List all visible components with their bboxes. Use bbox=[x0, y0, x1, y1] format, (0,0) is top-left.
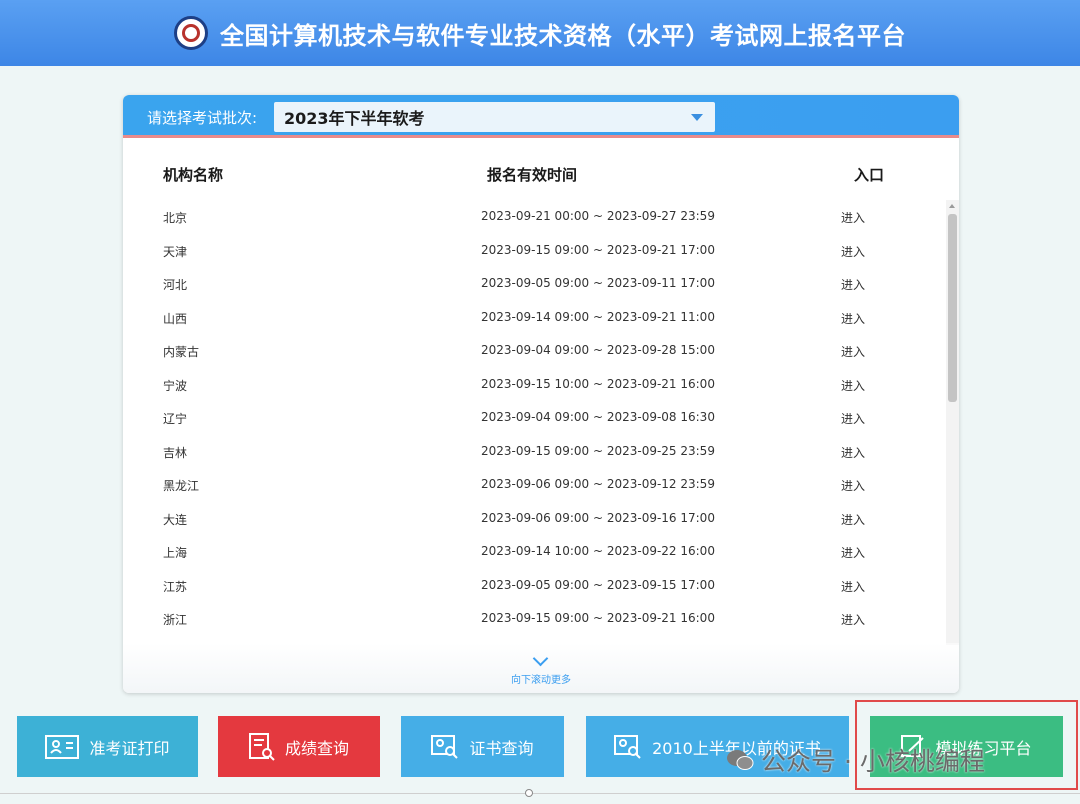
org-name: 江苏 bbox=[163, 579, 188, 594]
batch-label: 请选择考试批次: bbox=[147, 109, 258, 127]
registration-time: 2023-09-04 09:00 ~ 2023-09-08 16:30 bbox=[481, 410, 715, 424]
registration-time: 2023-09-15 09:00 ~ 2023-09-21 16:00 bbox=[481, 611, 715, 625]
resize-handle[interactable] bbox=[525, 789, 533, 797]
certificate-query-label: 证书查询 bbox=[469, 738, 534, 758]
registration-time: 2023-09-14 09:00 ~ 2023-09-21 11:00 bbox=[481, 309, 715, 324]
registration-panel: 请选择考试批次: 2023年下半年软考 机构名称 报名有效时间 入口 北京 202… bbox=[123, 95, 959, 693]
certificate-search-icon bbox=[431, 734, 459, 759]
watermark: 公众号 · 小核桃编程 bbox=[725, 742, 985, 778]
org-name: 黑龙江 bbox=[163, 479, 200, 493]
org-name: 河北 bbox=[163, 278, 188, 292]
table-row: 江苏 2023-09-05 09:00 ~ 2023-09-15 17:00 进入 bbox=[123, 569, 943, 603]
certificate-query-button[interactable]: 证书查询 bbox=[401, 716, 564, 777]
window-bottom-edge bbox=[0, 793, 1080, 794]
registration-time: 2023-09-05 09:00 ~ 2023-09-15 17:00 bbox=[481, 577, 715, 592]
table-row: 内蒙古 2023-09-04 09:00 ~ 2023-09-28 15:00 进入 bbox=[123, 334, 943, 368]
registration-time: 2023-09-05 09:00 ~ 2023-09-11 17:00 bbox=[481, 276, 715, 290]
table-row: 辽宁 2023-09-04 09:00 ~ 2023-09-08 16:30 进入 bbox=[123, 401, 943, 435]
registration-time: 2023-09-04 09:00 ~ 2023-09-28 15:00 bbox=[481, 343, 715, 357]
org-name: 辽宁 bbox=[163, 412, 188, 426]
enter-link[interactable]: 进入 bbox=[841, 578, 865, 595]
site-title: 全国计算机技术与软件专业技术资格（水平）考试网上报名平台 bbox=[220, 21, 906, 50]
registration-time: 2023-09-21 00:00 ~ 2023-09-27 23:59 bbox=[481, 209, 715, 223]
table-row: 上海 2023-09-14 10:00 ~ 2023-09-22 16:00 进入 bbox=[123, 535, 943, 569]
table-row: 大连 2023-09-06 09:00 ~ 2023-09-16 17:00 进入 bbox=[123, 502, 943, 536]
org-name: 北京 bbox=[163, 211, 188, 225]
table-row: 吉林 2023-09-15 09:00 ~ 2023-09-25 23:59 进入 bbox=[123, 435, 943, 469]
enter-link[interactable]: 进入 bbox=[841, 310, 865, 327]
document-search-icon bbox=[248, 732, 275, 761]
org-name: 宁波 bbox=[163, 378, 188, 393]
enter-link[interactable]: 进入 bbox=[841, 611, 865, 628]
registration-time: 2023-09-06 09:00 ~ 2023-09-12 23:59 bbox=[481, 477, 715, 491]
table-scrollbar[interactable] bbox=[946, 200, 959, 645]
enter-link[interactable]: 进入 bbox=[841, 209, 865, 226]
score-query-label: 成绩查询 bbox=[284, 738, 349, 758]
chevron-down-icon bbox=[532, 650, 549, 667]
org-name: 上海 bbox=[163, 546, 188, 560]
registration-time: 2023-09-14 10:00 ~ 2023-09-22 16:00 bbox=[481, 544, 715, 558]
exam-logo-icon bbox=[174, 16, 208, 50]
scroll-more-text: 向下滚动更多 bbox=[511, 675, 571, 686]
site-header: 全国计算机技术与软件专业技术资格（水平）考试网上报名平台 bbox=[0, 0, 1080, 66]
enter-link[interactable]: 进入 bbox=[841, 477, 865, 494]
registration-time: 2023-09-06 09:00 ~ 2023-09-16 17:00 bbox=[481, 510, 715, 525]
enter-link[interactable]: 进入 bbox=[841, 544, 865, 561]
table-row: 浙江 2023-09-15 09:00 ~ 2023-09-21 16:00 进入 bbox=[123, 602, 943, 636]
table-row: 天津 2023-09-15 09:00 ~ 2023-09-21 17:00 进入 bbox=[123, 234, 943, 268]
wechat-icon bbox=[727, 750, 754, 770]
batch-select[interactable]: 2023年下半年软考 bbox=[274, 102, 715, 132]
enter-link[interactable]: 进入 bbox=[841, 276, 865, 293]
scroll-more-hint[interactable]: 向下滚动更多 bbox=[123, 643, 959, 693]
org-name: 大连 bbox=[163, 512, 188, 527]
certificate-search-icon bbox=[614, 734, 641, 759]
admission-ticket-label: 准考证打印 bbox=[89, 738, 170, 758]
table-row: 宁波 2023-09-15 10:00 ~ 2023-09-21 16:00 进入 bbox=[123, 368, 943, 402]
column-header-org: 机构名称 bbox=[163, 166, 224, 184]
enter-link[interactable]: 进入 bbox=[841, 343, 865, 360]
enter-link[interactable]: 进入 bbox=[841, 444, 865, 461]
batch-selector-bar: 请选择考试批次: 2023年下半年软考 bbox=[123, 95, 959, 138]
org-name: 内蒙古 bbox=[163, 345, 200, 359]
watermark-text: 公众号 · 小核桃编程 bbox=[761, 747, 985, 776]
registration-time: 2023-09-15 09:00 ~ 2023-09-21 17:00 bbox=[481, 242, 715, 257]
scroll-up-icon[interactable] bbox=[949, 204, 955, 208]
table-row: 北京 2023-09-21 00:00 ~ 2023-09-27 23:59 进入 bbox=[123, 200, 943, 234]
scroll-thumb[interactable] bbox=[948, 214, 957, 402]
chevron-down-icon bbox=[691, 114, 703, 121]
enter-link[interactable]: 进入 bbox=[841, 243, 865, 260]
enter-link[interactable]: 进入 bbox=[841, 511, 865, 528]
table-row: 山西 2023-09-14 09:00 ~ 2023-09-21 11:00 进入 bbox=[123, 301, 943, 335]
org-name: 浙江 bbox=[163, 613, 188, 627]
org-table-body: 北京 2023-09-21 00:00 ~ 2023-09-27 23:59 进入天… bbox=[123, 200, 943, 645]
registration-time: 2023-09-15 10:00 ~ 2023-09-21 16:00 bbox=[481, 376, 715, 391]
org-name: 天津 bbox=[163, 244, 188, 259]
enter-link[interactable]: 进入 bbox=[841, 410, 865, 427]
org-name: 吉林 bbox=[163, 445, 188, 460]
column-header-entry: 入口 bbox=[854, 166, 885, 184]
org-name: 山西 bbox=[163, 311, 188, 326]
table-row: 黑龙江 2023-09-06 09:00 ~ 2023-09-12 23:59 进入 bbox=[123, 468, 943, 502]
score-query-button[interactable]: 成绩查询 bbox=[218, 716, 380, 777]
column-header-time: 报名有效时间 bbox=[487, 166, 578, 184]
enter-link[interactable]: 进入 bbox=[841, 377, 865, 394]
registration-time: 2023-09-15 09:00 ~ 2023-09-25 23:59 bbox=[481, 443, 715, 458]
admission-ticket-button[interactable]: 准考证打印 bbox=[17, 716, 198, 777]
id-card-icon bbox=[45, 734, 80, 759]
table-row: 河北 2023-09-05 09:00 ~ 2023-09-11 17:00 进入 bbox=[123, 267, 943, 301]
batch-selected-value: 2023年下半年软考 bbox=[284, 109, 425, 128]
